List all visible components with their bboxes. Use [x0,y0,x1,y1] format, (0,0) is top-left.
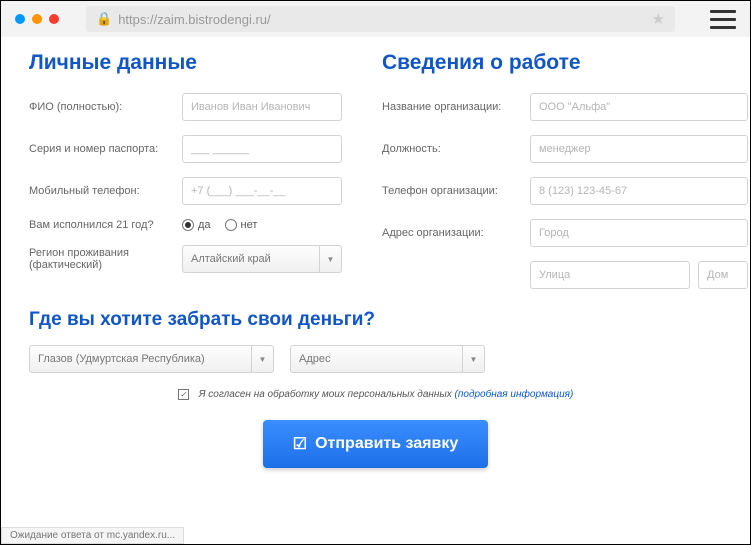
pickup-address-select[interactable]: Адрес ▼ [290,345,485,373]
menu-hamburger-icon[interactable] [710,10,736,29]
fio-input[interactable] [182,93,342,121]
work-phone-label: Телефон организации: [382,185,522,197]
lock-icon: 🔒 [96,11,112,27]
work-city-input[interactable] [530,219,748,247]
url-text: https://zaim.bistrodengi.ru/ [118,12,270,27]
position-input[interactable] [530,135,748,163]
work-street-input[interactable] [530,261,690,289]
personal-section: Личные данные ФИО (полностью): Серия и н… [29,51,342,303]
position-label: Должность: [382,143,522,155]
personal-title: Личные данные [29,51,342,75]
pickup-city-value: Глазов (Удмуртская Республика) [29,345,252,373]
passport-input[interactable] [182,135,342,163]
work-house-input[interactable] [698,261,748,289]
age-label: Вам исполнился 21 год? [29,219,174,231]
passport-label: Серия и номер паспорта: [29,143,174,155]
age-yes-radio[interactable]: да [182,219,211,231]
age-no-label: нет [241,219,258,231]
consent-checkbox[interactable]: ✓ [178,389,189,400]
traffic-light-red [49,14,59,24]
radio-circle-icon [182,219,194,231]
age-yes-label: да [198,219,211,231]
fio-label: ФИО (полностью): [29,101,174,113]
work-address-label: Адрес организации: [382,227,522,239]
chevron-down-icon: ▼ [463,345,485,373]
region-select[interactable]: Алтайский край ▼ [182,245,342,273]
bookmark-star-icon[interactable]: ★ [652,10,665,28]
status-bar: Ожидание ответа от mc.yandex.ru... [1,527,184,544]
url-bar[interactable]: 🔒 https://zaim.bistrodengi.ru/ ★ [86,6,675,32]
traffic-light-orange [32,14,42,24]
work-title: Сведения о работе [382,51,748,75]
org-label: Название организации: [382,101,522,113]
consent-text: Я согласен на обработку моих персональны… [199,389,452,400]
traffic-light-blue [15,14,25,24]
region-label: Регион проживания (фактический) [29,247,174,271]
browser-bar: 🔒 https://zaim.bistrodengi.ru/ ★ [1,1,750,37]
pickup-address-value: Адрес [290,345,463,373]
age-no-radio[interactable]: нет [225,219,258,231]
region-value: Алтайский край [182,245,320,273]
chevron-down-icon: ▼ [252,345,274,373]
submit-button[interactable]: ☑ Отправить заявку [263,420,488,468]
org-input[interactable] [530,93,748,121]
submit-label: Отправить заявку [315,435,458,453]
pickup-title: Где вы хотите забрать свои деньги? [29,309,722,331]
radio-circle-icon [225,219,237,231]
envelope-check-icon: ☑ [293,434,307,454]
pickup-city-select[interactable]: Глазов (Удмуртская Республика) ▼ [29,345,274,373]
chevron-down-icon: ▼ [320,245,342,273]
consent-link[interactable]: (подробная информация) [455,389,574,400]
phone-input[interactable] [182,177,342,205]
phone-label: Мобильный телефон: [29,185,174,197]
work-section: Сведения о работе Название организации: … [382,51,748,303]
work-phone-input[interactable] [530,177,748,205]
